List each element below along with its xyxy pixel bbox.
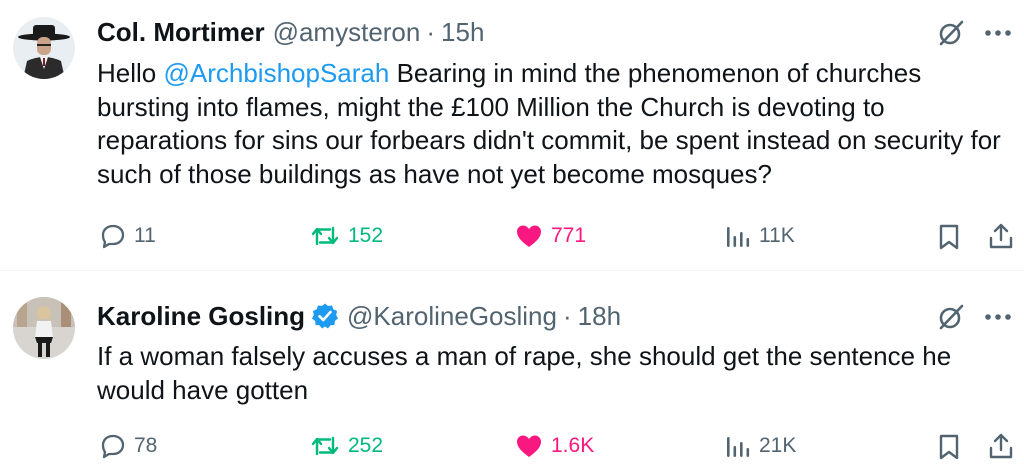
separator-dot: · [562, 301, 572, 331]
views-button[interactable]: 21K [725, 433, 796, 459]
grok-icon[interactable] [938, 304, 964, 330]
tweet-text: If a woman falsely accuses a man of rape… [97, 341, 952, 405]
avatar[interactable] [13, 17, 75, 79]
reply-count: 11 [134, 224, 156, 247]
share-icon [988, 222, 1014, 255]
bookmark-icon [937, 433, 961, 466]
bookmark-button[interactable] [937, 223, 961, 256]
views-icon [725, 433, 751, 459]
repost-count: 252 [348, 434, 384, 457]
reply-button[interactable]: 11 [100, 223, 156, 249]
grok-icon[interactable] [938, 20, 964, 46]
bookmark-button[interactable] [937, 433, 961, 466]
tweet-header: Col. Mortimer @amysteron · 15h [97, 16, 484, 48]
like-count: 1.6K [551, 434, 595, 457]
heart-icon [515, 223, 543, 249]
heart-icon [515, 433, 543, 459]
display-name[interactable]: Col. Mortimer [97, 16, 265, 48]
share-icon [988, 432, 1014, 465]
reply-button[interactable]: 78 [100, 433, 157, 459]
tweet-header: Karoline Gosling @KarolineGosling · 18h [97, 300, 621, 332]
repost-button[interactable]: 252 [310, 433, 383, 459]
tweet-karolinegosling[interactable]: Karoline Gosling @KarolineGosling · 18h … [0, 270, 1024, 475]
verified-badge-icon[interactable] [311, 302, 339, 330]
timestamp[interactable]: 15h [441, 16, 484, 48]
repost-icon [310, 433, 340, 459]
more-icon[interactable] [984, 313, 1012, 321]
avatar[interactable] [13, 297, 75, 359]
repost-count: 152 [348, 224, 384, 247]
share-button[interactable] [988, 432, 1014, 465]
user-handle[interactable]: @KarolineGosling [347, 300, 557, 332]
reply-icon [100, 223, 126, 249]
repost-icon [310, 223, 340, 249]
views-button[interactable]: 11K [725, 223, 795, 249]
views-count: 21K [759, 434, 797, 457]
bookmark-icon [937, 223, 961, 256]
like-button[interactable]: 771 [515, 223, 586, 249]
reply-count: 78 [134, 434, 158, 457]
tweet-text-part: Hello [97, 58, 164, 88]
like-button[interactable]: 1.6K [515, 433, 594, 459]
timestamp[interactable]: 18h [578, 300, 621, 332]
more-icon[interactable] [984, 29, 1012, 37]
reply-icon [100, 433, 126, 459]
mention-link[interactable]: @ArchbishopSarah [163, 58, 389, 88]
tweet-amysteron[interactable]: Col. Mortimer @amysteron · 15h Hello @Ar… [0, 0, 1024, 270]
views-count: 11K [759, 224, 795, 247]
tweet-text: Hello @ArchbishopSarah Bearing in mind t… [97, 57, 1002, 191]
like-count: 771 [551, 224, 587, 247]
share-button[interactable] [988, 222, 1014, 255]
display-name[interactable]: Karoline Gosling [97, 300, 305, 332]
user-handle[interactable]: @amysteron [273, 16, 421, 48]
repost-button[interactable]: 152 [310, 223, 383, 249]
separator-dot: · [426, 17, 436, 47]
views-icon [725, 223, 751, 249]
